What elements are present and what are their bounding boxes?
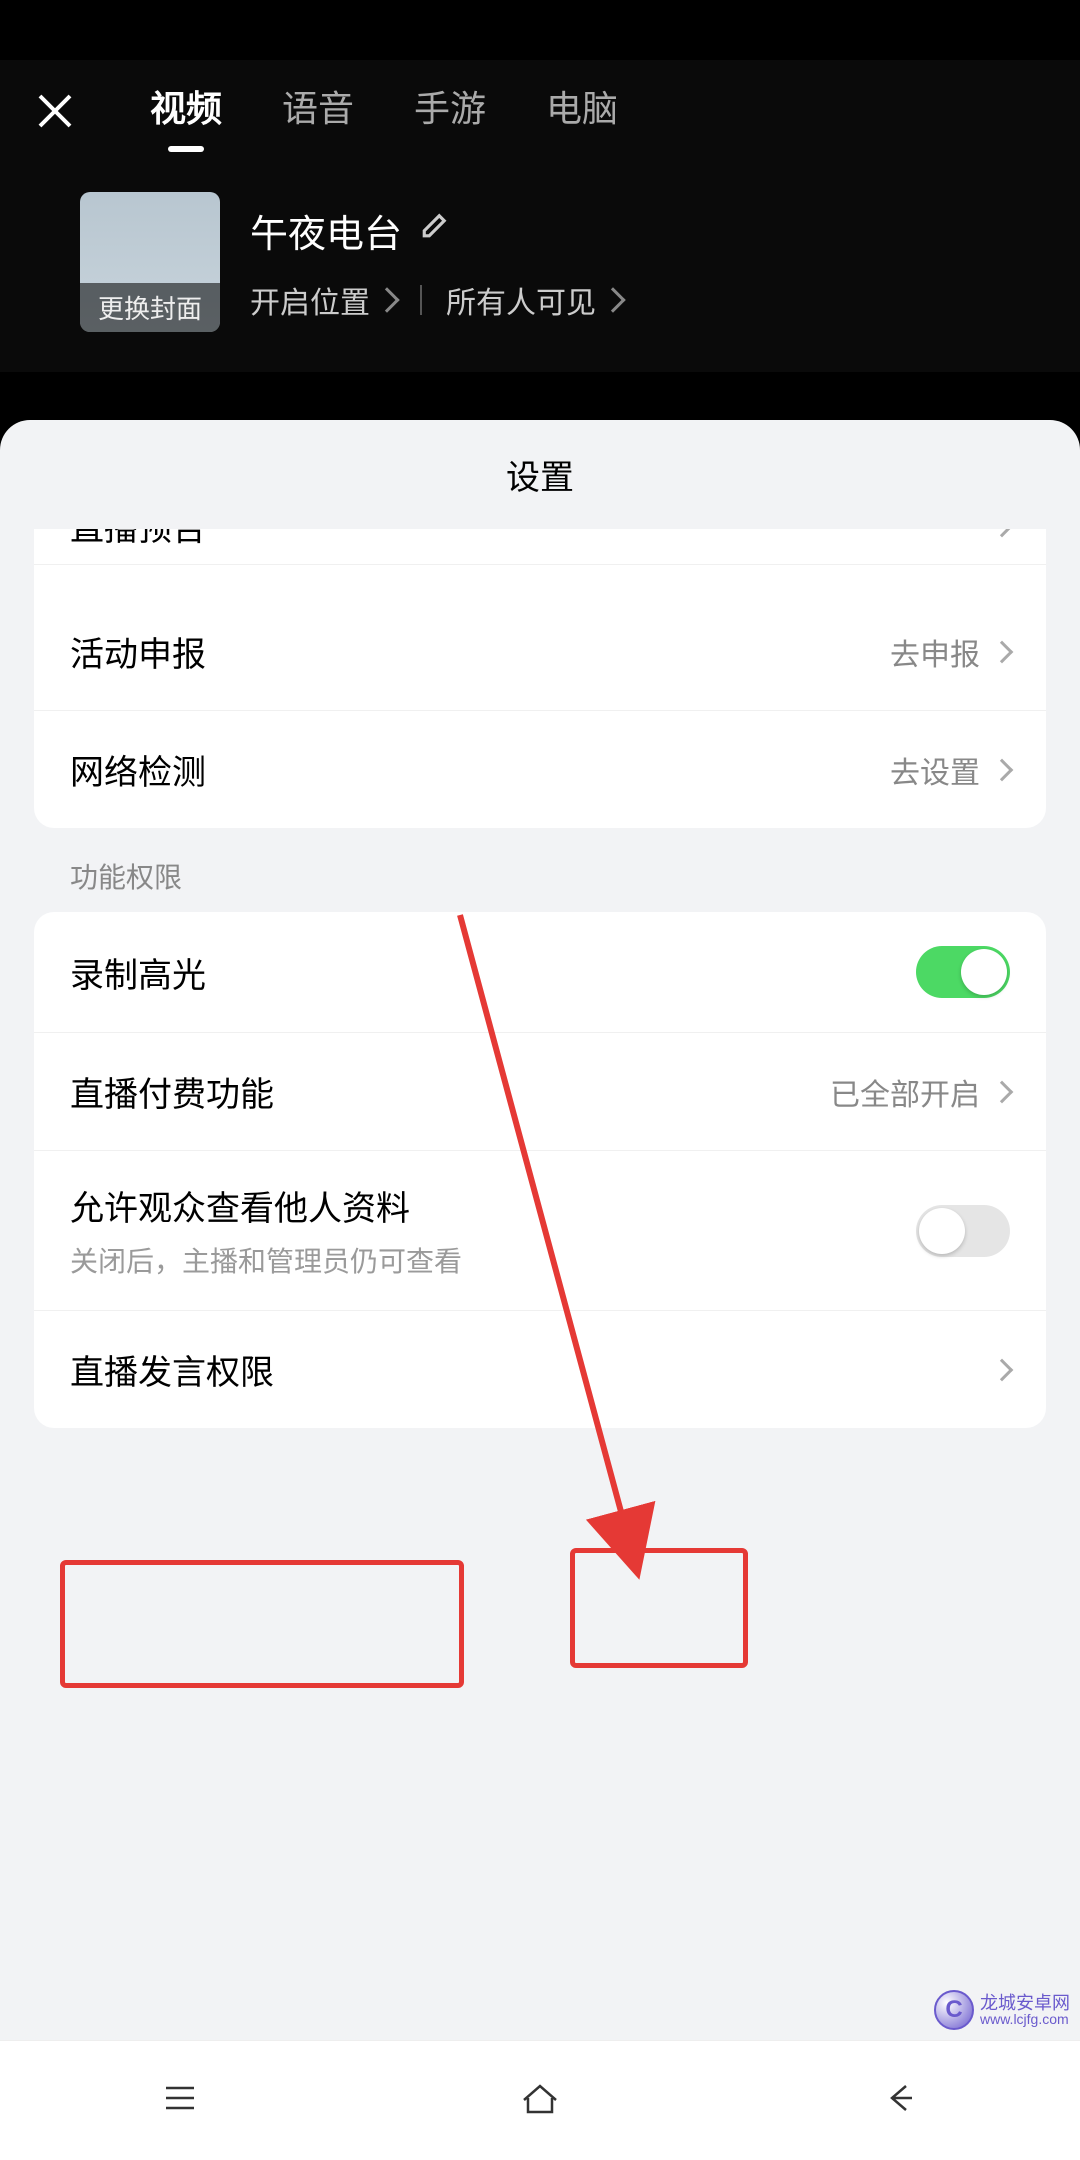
sheet-title: 设置	[0, 420, 1080, 529]
row-right: 去设置	[890, 748, 1010, 792]
room-title: 午夜电台	[250, 203, 402, 258]
chevron-right-icon	[991, 529, 1014, 537]
toggle-record-highlight[interactable]	[916, 946, 1010, 998]
nav-back-icon[interactable]	[876, 2074, 924, 2127]
chevron-right-icon	[374, 287, 399, 312]
tab-pc[interactable]: 电脑	[546, 80, 618, 142]
row-label: 允许观众查看他人资料	[70, 1181, 462, 1230]
row-network-check[interactable]: 网络检测 去设置	[34, 711, 1046, 828]
tab-voice[interactable]: 语音	[282, 80, 354, 142]
row-live-preview[interactable]: 直播预告	[34, 529, 1046, 565]
settings-sheet: 设置 直播预告 活动申报 去申报 网络检测 去设置 功能权限 录制高光	[0, 420, 1080, 2160]
change-cover-label: 更换封面	[80, 283, 220, 332]
cover-image[interactable]: 更换封面	[80, 192, 220, 332]
room-meta: 午夜电台 开启位置 所有人可见	[250, 192, 622, 332]
tab-list: 视频 语音 手游 电脑	[150, 80, 618, 142]
watermark-brand: 龙城安卓网	[980, 1994, 1070, 2012]
room-info: 更换封面 午夜电台 开启位置 所有人可见	[0, 172, 1080, 372]
watermark-logo: C	[934, 1990, 974, 2030]
row-right: 去申报	[890, 630, 1010, 674]
room-title-row: 午夜电台	[250, 203, 622, 258]
room-links: 开启位置 所有人可见	[250, 278, 622, 322]
tab-video[interactable]: 视频	[150, 80, 222, 142]
row-action: 去设置	[890, 748, 980, 792]
chevron-right-icon	[991, 1358, 1014, 1381]
enable-location-label: 开启位置	[250, 278, 370, 322]
row-sublabel: 关闭后，主播和管理员仍可查看	[70, 1240, 462, 1280]
watermark-text-block: 龙城安卓网 www.lcjfg.com	[980, 1994, 1070, 2026]
row-right	[994, 529, 1010, 534]
nav-menu-icon[interactable]	[156, 2074, 204, 2127]
row-activity-report[interactable]: 活动申报 去申报	[34, 593, 1046, 711]
top-tabs-row: 视频 语音 手游 电脑	[0, 60, 1080, 172]
chevron-right-icon	[600, 287, 625, 312]
close-icon[interactable]	[30, 86, 80, 136]
row-right: 已全部开启	[830, 1070, 1010, 1114]
annotation-arrow	[440, 905, 660, 1565]
chevron-right-icon	[991, 758, 1014, 781]
row-label: 直播付费功能	[70, 1067, 274, 1116]
enable-location-button[interactable]: 开启位置	[250, 278, 396, 322]
row-label: 活动申报	[70, 627, 206, 676]
row-label: 直播预告	[70, 529, 206, 550]
row-right	[994, 1362, 1010, 1378]
row-status: 已全部开启	[830, 1070, 980, 1114]
nav-home-icon[interactable]	[516, 2074, 564, 2127]
edit-title-icon[interactable]	[418, 209, 448, 252]
status-bar-spacer	[0, 0, 1080, 60]
chevron-right-icon	[991, 640, 1014, 663]
row-label: 网络检测	[70, 745, 206, 794]
row-text: 允许观众查看他人资料 关闭后，主播和管理员仍可查看	[70, 1181, 462, 1280]
tab-mobile-game[interactable]: 手游	[414, 80, 486, 142]
visibility-button[interactable]: 所有人可见	[446, 278, 622, 322]
row-action: 去申报	[890, 630, 980, 674]
system-nav-bar	[0, 2040, 1080, 2160]
section-permissions-label: 功能权限	[0, 828, 1080, 912]
row-label: 录制高光	[70, 948, 206, 997]
toggle-viewer-profile[interactable]	[916, 1205, 1010, 1257]
watermark-url: www.lcjfg.com	[980, 2012, 1070, 2026]
annotation-box-left	[60, 1560, 464, 1688]
annotation-box-right	[570, 1548, 748, 1668]
visibility-label: 所有人可见	[446, 278, 596, 322]
chevron-right-icon	[991, 1080, 1014, 1103]
watermark: C 龙城安卓网 www.lcjfg.com	[934, 1990, 1070, 2030]
row-label: 直播发言权限	[70, 1345, 274, 1394]
settings-group-1: 直播预告 活动申报 去申报 网络检测 去设置	[34, 529, 1046, 828]
divider	[420, 285, 422, 315]
